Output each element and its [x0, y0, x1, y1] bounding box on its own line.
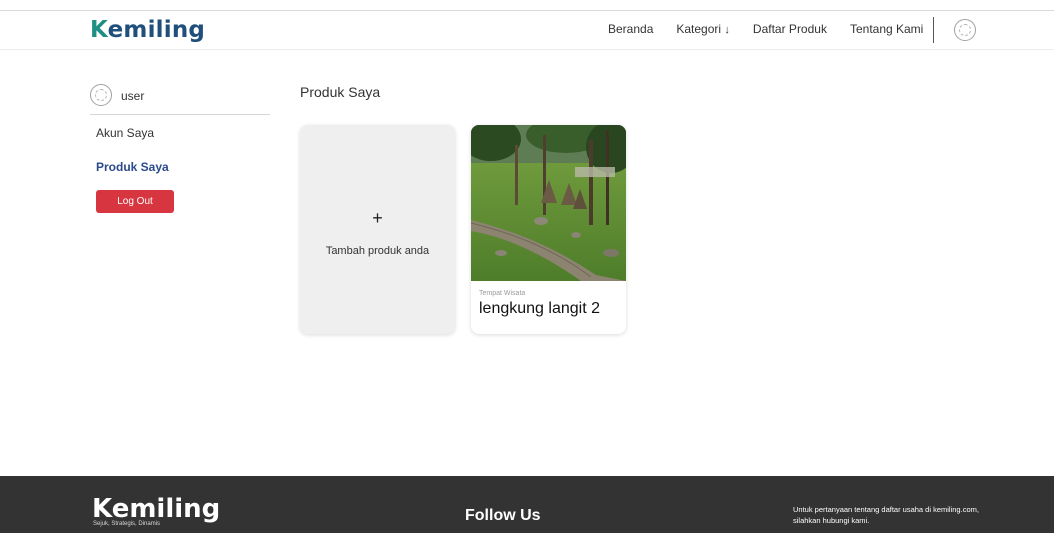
- follow-us-heading: Follow Us: [465, 507, 541, 524]
- footer-contact-text: Untuk pertanyaan tentang daftar usaha di…: [793, 505, 979, 525]
- logo-text: emiling: [107, 17, 206, 43]
- user-avatar-icon: [90, 84, 112, 106]
- nav-kategori[interactable]: Kategori ↓: [676, 22, 730, 36]
- footer: Kemiling Sejuk, Strategis, Dinamis Follo…: [0, 476, 1054, 533]
- username: user: [121, 89, 145, 103]
- arrow-down-icon: ↓: [724, 24, 730, 36]
- product-card[interactable]: Tempat Wisata lengkung langit 2: [471, 125, 626, 334]
- footer-logo[interactable]: Kemiling Sejuk, Strategis, Dinamis: [92, 494, 221, 527]
- profile-avatar-icon[interactable]: [954, 19, 976, 41]
- logout-button[interactable]: Log Out: [96, 190, 174, 213]
- sidebar-item-akun-saya[interactable]: Akun Saya: [96, 126, 154, 140]
- avatar-placeholder-icon: [95, 89, 107, 101]
- sidebar-user: user: [90, 84, 270, 114]
- nav-beranda[interactable]: Beranda: [608, 22, 653, 36]
- site-logo[interactable]: Kemiling: [90, 17, 205, 43]
- navbar: Kemiling Beranda Kategori ↓ Daftar Produ…: [0, 11, 1054, 50]
- avatar-placeholder-icon: [959, 24, 971, 36]
- nav-divider: [933, 17, 934, 43]
- add-product-label: Tambah produk anda: [325, 245, 430, 257]
- main-nav: Beranda Kategori ↓ Daftar Produk Tentang…: [608, 22, 946, 36]
- product-image: [471, 125, 626, 281]
- logo-first-letter: K: [90, 17, 108, 43]
- add-product-card[interactable]: + Tambah produk anda: [300, 125, 455, 334]
- page-title: Produk Saya: [300, 84, 381, 100]
- sidebar-divider: [90, 114, 270, 115]
- sidebar-item-produk-saya[interactable]: Produk Saya: [96, 160, 169, 174]
- footer-logo-text: Kemiling: [92, 494, 221, 524]
- nav-tentang-kami[interactable]: Tentang Kami: [850, 22, 923, 36]
- footer-tagline: Sejuk, Strategis, Dinamis: [93, 521, 161, 527]
- plus-icon: +: [372, 208, 383, 228]
- nav-kategori-label: Kategori: [676, 22, 722, 36]
- product-category: Tempat Wisata: [479, 290, 526, 297]
- nav-daftar-produk[interactable]: Daftar Produk: [753, 22, 827, 36]
- product-name: lengkung langit 2: [479, 300, 600, 317]
